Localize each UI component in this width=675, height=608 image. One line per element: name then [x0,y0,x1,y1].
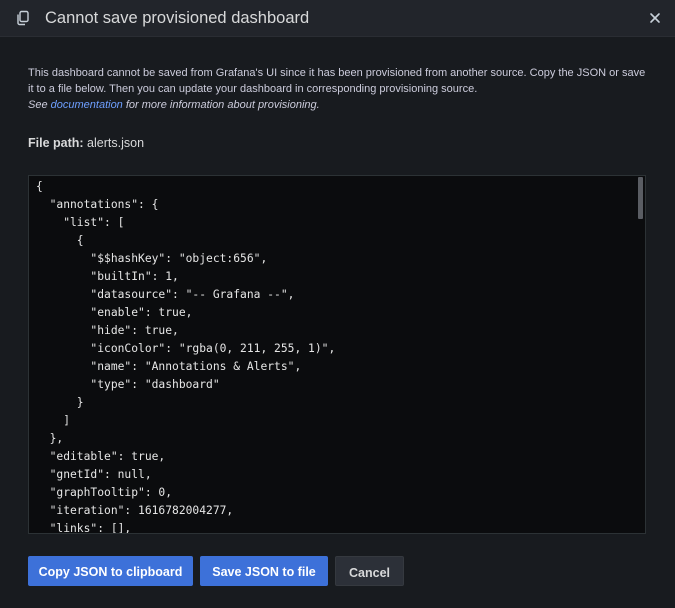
editor-scrollbar[interactable] [637,177,644,532]
copy-icon [15,10,31,26]
close-button[interactable] [646,9,664,27]
hint-prefix: See [28,99,48,111]
copy-json-button[interactable]: Copy JSON to clipboard [28,556,193,586]
provisioned-dashboard-modal: Cannot save provisioned dashboard This d… [0,0,675,608]
description-text: This dashboard cannot be saved from Graf… [28,67,646,95]
file-path-value: alerts.json [87,136,145,150]
file-path: File path: alerts.json [28,136,144,150]
cancel-button[interactable]: Cancel [335,556,404,586]
documentation-hint: See documentation for more information a… [28,97,648,113]
documentation-link[interactable]: documentation [51,99,123,111]
modal-title: Cannot save provisioned dashboard [45,9,310,27]
modal-header: Cannot save provisioned dashboard [0,0,675,37]
json-editor[interactable]: { "annotations": { "list": [ { "$$hashKe… [28,175,646,534]
close-icon [650,13,660,23]
save-json-button[interactable]: Save JSON to file [200,556,328,586]
json-code[interactable]: { "annotations": { "list": [ { "$$hashKe… [36,178,335,533]
file-path-label: File path: [28,136,84,150]
modal-description: This dashboard cannot be saved from Graf… [28,65,648,113]
hint-suffix: for more information about provisioning. [125,99,320,111]
scrollbar-thumb[interactable] [638,177,643,219]
